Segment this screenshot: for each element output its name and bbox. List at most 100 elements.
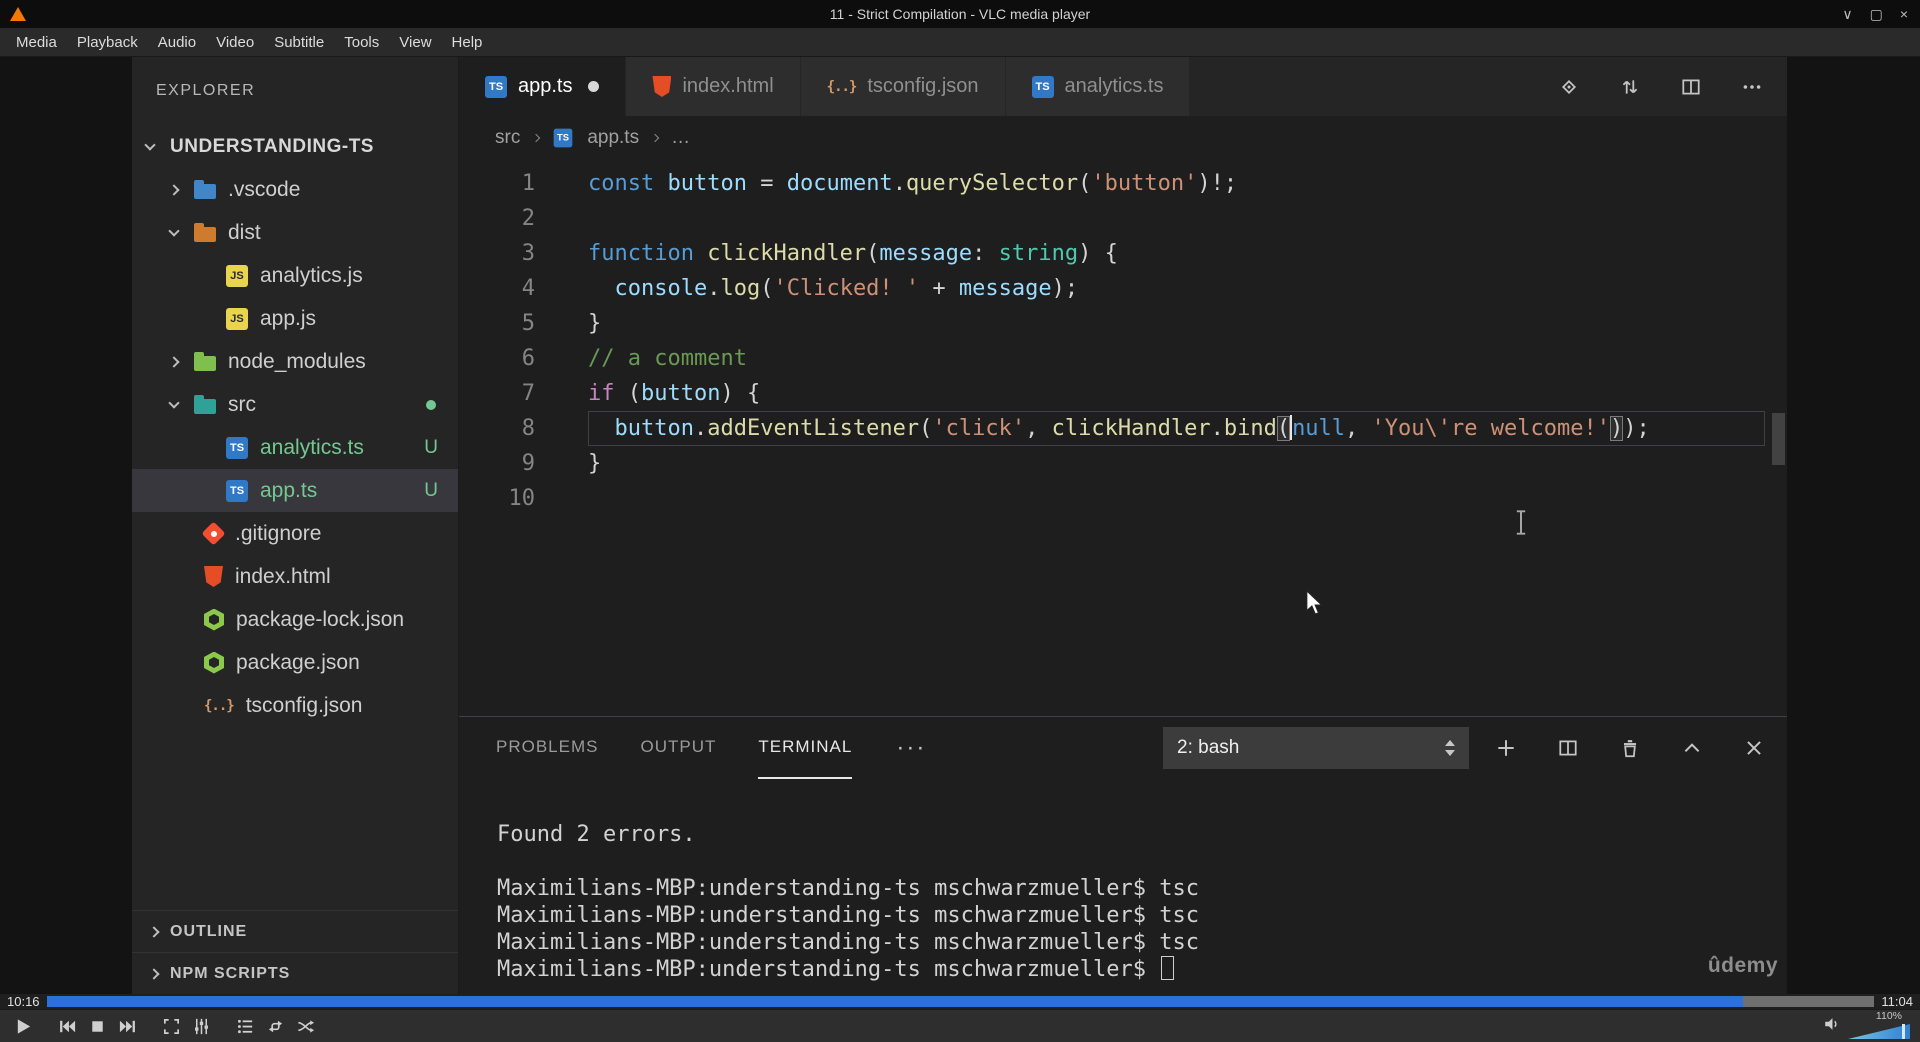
line-number: 3 (521, 241, 535, 266)
menu-playback[interactable]: Playback (67, 34, 148, 51)
extended-settings-button[interactable] (188, 1013, 215, 1039)
kill-terminal-icon[interactable] (1619, 737, 1641, 759)
code-area[interactable]: 1 const button = document.querySelector('… (459, 160, 1787, 716)
random-button[interactable] (292, 1013, 319, 1039)
file-label: package.json (236, 650, 360, 674)
editor-tab-tsconfig-json[interactable]: {..} tsconfig.json (800, 57, 1006, 116)
editor-scrollbar[interactable] (1772, 413, 1785, 465)
breadcrumb[interactable]: src TS app.ts … (459, 116, 1787, 160)
unsaved-changes-dot[interactable] (588, 81, 600, 92)
terminal-line: Found 2 errors. (497, 822, 696, 847)
shade-window-button[interactable]: ∨ (1842, 7, 1852, 21)
code-line-2[interactable]: 2 (459, 201, 1787, 236)
play-button[interactable] (10, 1013, 37, 1039)
explorer-tree: UNDERSTANDING-TS .vscode dist JS analytics.j… (132, 125, 458, 727)
loop-button[interactable] (262, 1013, 289, 1039)
panel-tab-terminal[interactable]: TERMINAL (758, 717, 853, 779)
explorer-item-package-json[interactable]: package.json (132, 641, 458, 684)
volume-knob[interactable] (1902, 1024, 1905, 1039)
explorer-item-analytics-ts[interactable]: TS analytics.ts U (132, 426, 458, 469)
code-line-7[interactable]: 7 if (button) { (459, 376, 1787, 411)
vscode-window: EXPLORER UNDERSTANDING-TS .vscode dist JS an… (132, 57, 1787, 994)
chevron-right-icon (148, 925, 160, 938)
volume-cluster: 110% (1823, 1010, 1910, 1042)
file-label: app.js (260, 306, 317, 330)
udemy-watermark: ûdemy (1707, 954, 1778, 977)
breadcrumb-file[interactable]: app.ts (587, 127, 639, 149)
editor-tab-app-ts[interactable]: TS app.ts (459, 57, 627, 116)
json-braces-icon: {..} (204, 697, 235, 714)
video-area[interactable]: EXPLORER UNDERSTANDING-TS .vscode dist JS an… (0, 57, 1920, 994)
menu-view[interactable]: View (389, 34, 441, 51)
open-changes-icon[interactable] (1558, 76, 1580, 98)
menu-media[interactable]: Media (6, 34, 67, 51)
split-editor-icon[interactable] (1680, 76, 1702, 98)
code-line-8[interactable]: 8 button.addEventListener('click', click… (459, 411, 1787, 446)
time-total: 11:04 (1881, 994, 1913, 1009)
explorer-item-analytics-js[interactable]: JS analytics.js (132, 254, 458, 297)
maximize-window-button[interactable]: ▢ (1870, 7, 1883, 21)
breadcrumb-folder[interactable]: src (495, 127, 520, 149)
new-terminal-icon[interactable] (1495, 737, 1517, 759)
terminal-output[interactable]: Found 2 errors. Maximilians-MBP:understan… (459, 779, 1787, 994)
select-arrows-icon (1445, 740, 1455, 756)
terminal-line: Maximilians-MBP:understanding-ts mschwar… (497, 930, 1199, 955)
explorer-item-app-ts[interactable]: TS app.ts U (132, 469, 458, 512)
fullscreen-button[interactable] (158, 1013, 185, 1039)
terminal-line: Maximilians-MBP:understanding-ts mschwar… (497, 956, 1787, 983)
code-line-6[interactable]: 6 // a comment (459, 341, 1787, 376)
explorer-item-app-js[interactable]: JS app.js (132, 297, 458, 340)
previous-button[interactable] (54, 1013, 81, 1039)
explorer-sidebar: EXPLORER UNDERSTANDING-TS .vscode dist JS an… (132, 57, 459, 994)
text-ibeam-cursor-icon (1514, 509, 1528, 541)
split-terminal-icon[interactable] (1557, 737, 1579, 759)
explorer-item-node-modules[interactable]: node_modules (132, 340, 458, 383)
section-outline[interactable]: OUTLINE (132, 910, 458, 952)
editor-tabbar-tabs: TS app.ts index.html {..} tsconfig.json TS ana… (459, 57, 1191, 116)
more-actions-icon[interactable] (1741, 76, 1763, 98)
explorer-item-understanding-ts[interactable]: UNDERSTANDING-TS (132, 125, 458, 168)
explorer-item-package-lock-json[interactable]: package-lock.json (132, 598, 458, 641)
close-panel-icon[interactable] (1743, 737, 1765, 759)
explorer-item--gitignore[interactable]: .gitignore (132, 512, 458, 555)
html-icon (652, 76, 672, 97)
section-npm-scripts[interactable]: NPM SCRIPTS (132, 952, 458, 994)
volume-slider[interactable] (1848, 1024, 1910, 1039)
explorer-item-dist[interactable]: dist (132, 211, 458, 254)
explorer-item--vscode[interactable]: .vscode (132, 168, 458, 211)
seek-bar[interactable] (46, 996, 1875, 1007)
explorer-item-index-html[interactable]: index.html (132, 555, 458, 598)
code-line-9[interactable]: 9} (459, 446, 1787, 481)
menu-video[interactable]: Video (206, 34, 264, 51)
close-window-button[interactable]: × (1900, 7, 1908, 21)
stop-button[interactable] (84, 1013, 111, 1039)
panel-tab-problems[interactable]: PROBLEMS (496, 717, 598, 779)
next-button[interactable] (114, 1013, 141, 1039)
code-token: . (1210, 416, 1224, 441)
maximize-panel-icon[interactable] (1681, 737, 1703, 759)
terminal-shell-select[interactable]: 2: bash (1163, 727, 1469, 769)
editor-tab-analytics-ts[interactable]: TS analytics.ts (1005, 57, 1191, 116)
speaker-icon[interactable] (1823, 1015, 1841, 1038)
menu-audio[interactable]: Audio (148, 34, 206, 51)
menu-help[interactable]: Help (442, 34, 493, 51)
breadcrumb-symbol[interactable]: … (671, 127, 690, 149)
explorer-item-src[interactable]: src (132, 383, 458, 426)
code-text: function clickHandler(message: string) { (588, 236, 1765, 271)
html-icon (204, 566, 223, 587)
code-line-4[interactable]: 4 console.log('Clicked! ' + message); (459, 271, 1787, 306)
menu-tools[interactable]: Tools (334, 34, 389, 51)
explorer-item-tsconfig-json[interactable]: {..} tsconfig.json (132, 684, 458, 727)
code-line-10[interactable]: 10 (459, 481, 1787, 516)
panel-tab-output[interactable]: OUTPUT (640, 717, 716, 779)
sync-changes-icon[interactable] (1619, 76, 1641, 98)
panel-more-icon[interactable]: ··· (896, 734, 926, 762)
code-line-5[interactable]: 5} (459, 306, 1787, 341)
code-line-3[interactable]: 3 function clickHandler(message: string) … (459, 236, 1787, 271)
code-token: 'You\'re welcome!' (1371, 416, 1610, 441)
menu-subtitle[interactable]: Subtitle (264, 34, 334, 51)
playlist-button[interactable] (232, 1013, 259, 1039)
code-line-1[interactable]: 1 const button = document.querySelector('… (459, 166, 1787, 201)
editor-tab-index-html[interactable]: index.html (626, 57, 801, 116)
